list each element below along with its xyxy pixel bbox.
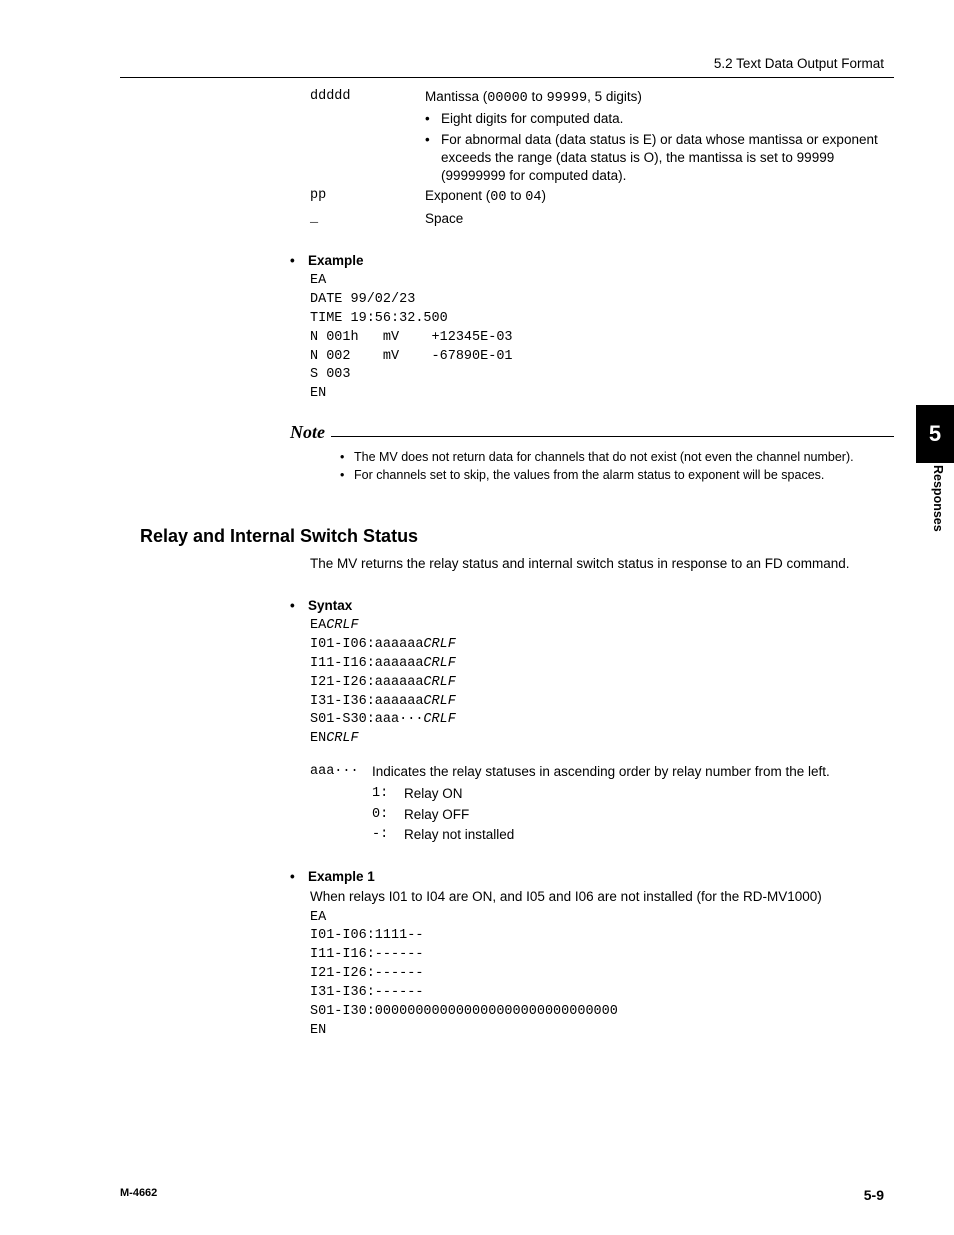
example-heading: •Example <box>290 252 894 270</box>
code-key: 1: <box>372 785 404 803</box>
heading-text: Example <box>308 253 364 268</box>
note-text: The MV does not return data for channels… <box>354 449 894 466</box>
text: Mantissa ( <box>425 89 487 104</box>
def-key: ddddd <box>310 88 425 185</box>
section-header: 5.2 Text Data Output Format <box>120 55 894 77</box>
def-value: Mantissa (00000 to 99999, 5 digits) •Eig… <box>425 88 894 185</box>
def-key: _ <box>310 210 425 228</box>
heading-text: Example 1 <box>308 869 375 884</box>
code-val: Relay OFF <box>404 806 894 824</box>
code-italic: CRLF <box>326 618 358 633</box>
code: EA <box>310 618 326 633</box>
text: to <box>528 89 547 104</box>
footer-doc-id: M-4662 <box>120 1186 157 1205</box>
definition-pp: pp Exponent (00 to 04) <box>310 187 894 207</box>
code: S01-S30:aaa··· <box>310 712 423 727</box>
code-key: 0: <box>372 806 404 824</box>
bullet-icon: • <box>425 110 441 128</box>
syntax-code: EACRLF I01-I06:aaaaaaCRLF I11-I16:aaaaaa… <box>310 617 894 749</box>
definition-ddddd: ddddd Mantissa (00000 to 99999, 5 digits… <box>310 88 894 185</box>
chapter-tab-label: Responses <box>929 465 946 532</box>
page: 5.2 Text Data Output Format ddddd Mantis… <box>0 0 954 1235</box>
code-italic: CRLF <box>423 637 455 652</box>
def-key: aaa··· <box>310 763 372 781</box>
def-value: Space <box>425 210 894 228</box>
relay-paragraph: The MV returns the relay status and inte… <box>310 555 894 573</box>
code: 00000 <box>487 91 528 106</box>
note-rule <box>331 436 894 437</box>
code: I01-I06:aaaaaa <box>310 637 423 652</box>
code-val: Relay not installed <box>404 826 894 844</box>
bullet-text: For abnormal data (data status is E) or … <box>441 131 894 186</box>
footer: M-4662 5-9 <box>120 1186 884 1205</box>
def-key: pp <box>310 187 425 207</box>
code: I21-I26:aaaaaa <box>310 675 423 690</box>
code-key: -: <box>372 826 404 844</box>
code: 04 <box>525 190 541 205</box>
code-italic: CRLF <box>326 731 358 746</box>
note-list: •The MV does not return data for channel… <box>310 449 894 485</box>
code-italic: CRLF <box>423 675 455 690</box>
code: 00 <box>490 190 506 205</box>
content-column: ddddd Mantissa (00000 to 99999, 5 digits… <box>120 88 894 1041</box>
header-rule <box>120 77 894 78</box>
def-value: Exponent (00 to 04) <box>425 187 894 207</box>
example1-heading: •Example 1 <box>290 868 894 886</box>
footer-page-number: 5-9 <box>864 1186 884 1205</box>
example1-code: EA I01-I06:1111-- I11-I16:------ I21-I26… <box>310 909 894 1041</box>
bullet-list: •Eight digits for computed data. •For ab… <box>425 110 894 185</box>
code: I11-I16:aaaaaa <box>310 656 423 671</box>
bullet-icon: • <box>340 449 354 466</box>
relay-heading: Relay and Internal Switch Status <box>140 524 894 548</box>
text: ) <box>541 188 546 203</box>
chapter-tab: 5 <box>916 405 954 463</box>
syntax-heading: •Syntax <box>290 597 894 615</box>
heading-text: Syntax <box>308 598 352 613</box>
code-italic: CRLF <box>423 694 455 709</box>
code: 99999 <box>547 91 588 106</box>
bullet-icon: • <box>425 131 441 186</box>
def-value: Indicates the relay statuses in ascendin… <box>372 763 894 781</box>
definition-space: _ Space <box>310 210 894 228</box>
code: EN <box>310 731 326 746</box>
relay-status-table: 1:Relay ON 0:Relay OFF -:Relay not insta… <box>310 785 894 844</box>
bullet-icon: • <box>340 467 354 484</box>
note-text: For channels set to skip, the values fro… <box>354 467 894 484</box>
example-code: EA DATE 99/02/23 TIME 19:56:32.500 N 001… <box>310 272 894 404</box>
text: to <box>507 188 526 203</box>
text: Exponent ( <box>425 188 490 203</box>
code-val: Relay ON <box>404 785 894 803</box>
note-title: Note <box>290 420 325 444</box>
bullet-text: Eight digits for computed data. <box>441 110 894 128</box>
aaa-definition: aaa··· Indicates the relay statuses in a… <box>310 763 894 781</box>
code-italic: CRLF <box>423 712 455 727</box>
note-heading: Note <box>290 420 894 444</box>
code: I31-I36:aaaaaa <box>310 694 423 709</box>
code-italic: CRLF <box>423 656 455 671</box>
text: , 5 digits) <box>587 89 642 104</box>
example1-para: When relays I01 to I04 are ON, and I05 a… <box>310 888 894 906</box>
